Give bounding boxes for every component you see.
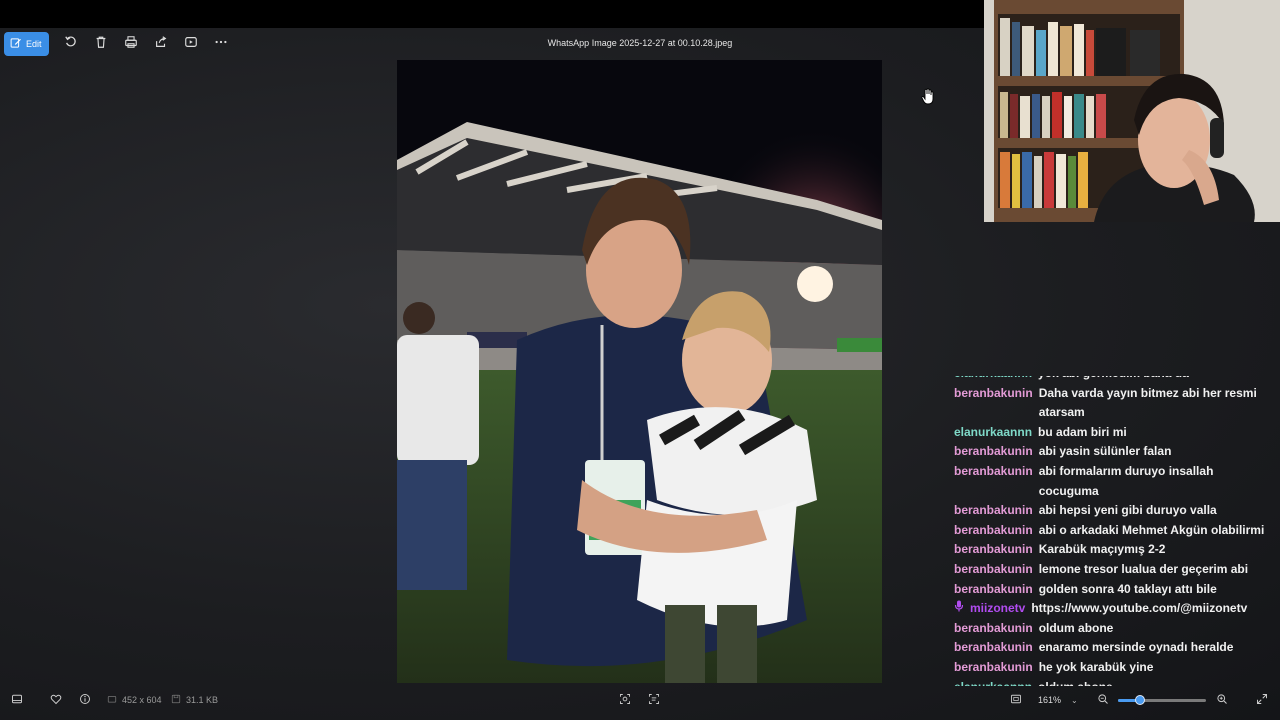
zoom-in-icon: [1216, 693, 1228, 707]
chat-message: beranbakunin lemone tresor lualua der geç…: [954, 560, 1274, 580]
edit-button-label: Edit: [26, 39, 42, 49]
chat-username[interactable]: elanurkaannn: [954, 376, 1032, 384]
chat-message: elanurkaannn oldum abone: [954, 678, 1274, 687]
hand-cursor-icon: [921, 88, 935, 111]
chat-message: beranbakunin abi hepsi yeni gibi duruyo v…: [954, 501, 1274, 521]
fit-to-window-button[interactable]: [1010, 693, 1022, 707]
chat-message: beranbakunin golden sonra 40 taklayı attı…: [954, 580, 1274, 600]
chat-message-text: lemone tresor lualua der geçerim abi: [1038, 561, 1249, 576]
chat-message-text: he yok karabük yine: [1038, 659, 1154, 674]
share-button[interactable]: [149, 32, 173, 56]
chat-message-text: Daha varda yayın bitmez abi her resmi at…: [1038, 385, 1257, 420]
chat-message: beranbakunin enaramo mersinde oynadı hera…: [954, 638, 1274, 658]
chat-message: beranbakunin he yok karabük yine: [954, 658, 1274, 678]
slideshow-icon: [184, 35, 198, 54]
edit-button[interactable]: Edit: [4, 32, 49, 56]
dimensions-text: 452 x 604: [122, 695, 162, 705]
zoom-level-text: 161%: [1038, 695, 1062, 705]
webcam-illustration: [984, 0, 1280, 222]
more-options-button[interactable]: [209, 32, 233, 56]
chat-message-text: golden sonra 40 taklayı attı bile: [1038, 581, 1217, 596]
info-icon: [79, 693, 91, 707]
chat-message: beranbakunin abi yasin sülünler falan: [954, 442, 1274, 462]
streamer-webcam: [984, 0, 1280, 222]
chat-message-text: https://www.youtube.com/@miizonetv: [1031, 601, 1248, 616]
zoom-level-dropdown[interactable]: 161% ⌄: [1028, 692, 1098, 708]
favorite-button[interactable]: [50, 693, 62, 707]
stadium-photo-illustration: [397, 60, 882, 683]
file-info-button[interactable]: [79, 693, 91, 707]
chat-messages-list: elanurkaannnyok abi germedim bana dabera…: [954, 376, 1274, 686]
chat-username[interactable]: beranbakunin: [954, 658, 1033, 678]
zoom-in-button[interactable]: [1216, 693, 1228, 707]
chat-username[interactable]: beranbakunin: [954, 501, 1033, 521]
rotate-icon: [64, 35, 78, 54]
chat-username[interactable]: miizonetv: [970, 599, 1025, 619]
filmstrip-toggle-button[interactable]: [11, 693, 23, 707]
file-size: 31.1 KB: [171, 694, 218, 706]
chat-message: beranbakunin abi formalarım duruyo insall…: [954, 462, 1274, 501]
delete-button[interactable]: [89, 32, 113, 56]
rotate-button[interactable]: [59, 32, 83, 56]
zoom-slider[interactable]: [1118, 695, 1206, 705]
visual-search-icon: [619, 693, 631, 707]
stream-chat: elanurkaannnyok abi germedim bana dabera…: [954, 376, 1274, 686]
heart-icon: [50, 693, 62, 707]
chat-message-text: abi formalarım duruyo insallah cocuguma: [1038, 463, 1214, 498]
trash-icon: [94, 35, 108, 54]
chat-message-text: oldum abone: [1038, 620, 1114, 635]
chat-message: miizonetv https://www.youtube.com/@miizon…: [954, 599, 1274, 619]
chat-message-text: abi yasin sülünler falan: [1038, 444, 1172, 459]
chat-username[interactable]: beranbakunin: [954, 619, 1033, 639]
chat-username[interactable]: elanurkaannn: [954, 423, 1032, 443]
dimensions-icon: [107, 694, 117, 706]
slideshow-button[interactable]: [179, 32, 203, 56]
chat-message-text: bu adam biri mi: [1038, 424, 1127, 439]
chat-username[interactable]: elanurkaannn: [954, 678, 1032, 687]
chat-message: beranbakunin Daha varda yayın bitmez abi …: [954, 384, 1274, 423]
more-dots-icon: [214, 35, 228, 54]
text-scan-icon: [648, 693, 660, 707]
chat-username[interactable]: beranbakunin: [954, 521, 1033, 541]
chat-message: beranbakunin oldum abone: [954, 619, 1274, 639]
chat-message-text: yok abi germedim bana da: [1038, 376, 1274, 384]
microphone-icon: [954, 599, 964, 619]
chat-message-text: oldum abone: [1038, 678, 1274, 687]
filmstrip-icon: [11, 693, 23, 707]
chat-message: elanurkaannn bu adam biri mi: [954, 423, 1274, 443]
chat-username[interactable]: beranbakunin: [954, 540, 1033, 560]
save-disk-icon: [171, 694, 181, 706]
visual-search-button[interactable]: [619, 693, 631, 707]
share-icon: [154, 35, 168, 54]
chat-message-text: abi hepsi yeni gibi duruyo valla: [1038, 503, 1217, 518]
chat-message-text: enaramo mersinde oynadı heralde: [1038, 640, 1234, 655]
print-button[interactable]: [119, 32, 143, 56]
image-dimensions: 452 x 604: [107, 694, 162, 706]
chevron-down-icon: ⌄: [1071, 695, 1078, 705]
chat-message: beranbakunin Karabük maçıymış 2-2: [954, 540, 1274, 560]
viewer-toolbar: Edit: [4, 32, 233, 56]
zoom-slider-thumb[interactable]: [1135, 695, 1145, 705]
zoom-out-icon: [1097, 693, 1109, 707]
fullscreen-button[interactable]: [1256, 693, 1268, 707]
chat-message: elanurkaannn yok abi germedim bana da: [954, 376, 1274, 384]
fit-window-icon: [1010, 693, 1022, 707]
filesize-text: 31.1 KB: [186, 695, 219, 705]
chat-username[interactable]: beranbakunin: [954, 638, 1033, 658]
displayed-photo[interactable]: [397, 60, 882, 683]
chat-username[interactable]: beranbakunin: [954, 462, 1033, 501]
text-scan-button[interactable]: [648, 693, 660, 707]
edit-icon: [10, 37, 22, 51]
chat-message: beranbakunin abi o arkadaki Mehmet Akgün …: [954, 521, 1274, 541]
chat-username[interactable]: beranbakunin: [954, 384, 1033, 423]
chat-message-text: abi o arkadaki Mehmet Akgün olabilirmi: [1038, 522, 1265, 537]
expand-icon: [1256, 693, 1268, 707]
chat-username[interactable]: beranbakunin: [954, 560, 1033, 580]
printer-icon: [124, 35, 138, 54]
file-name-title: WhatsApp Image 2025-12-27 at 00.10.28.jp…: [547, 38, 733, 48]
zoom-out-button[interactable]: [1097, 693, 1109, 707]
chat-username[interactable]: beranbakunin: [954, 442, 1033, 462]
chat-username[interactable]: beranbakunin: [954, 580, 1033, 600]
chat-message-text: Karabük maçıymış 2-2: [1038, 542, 1166, 557]
